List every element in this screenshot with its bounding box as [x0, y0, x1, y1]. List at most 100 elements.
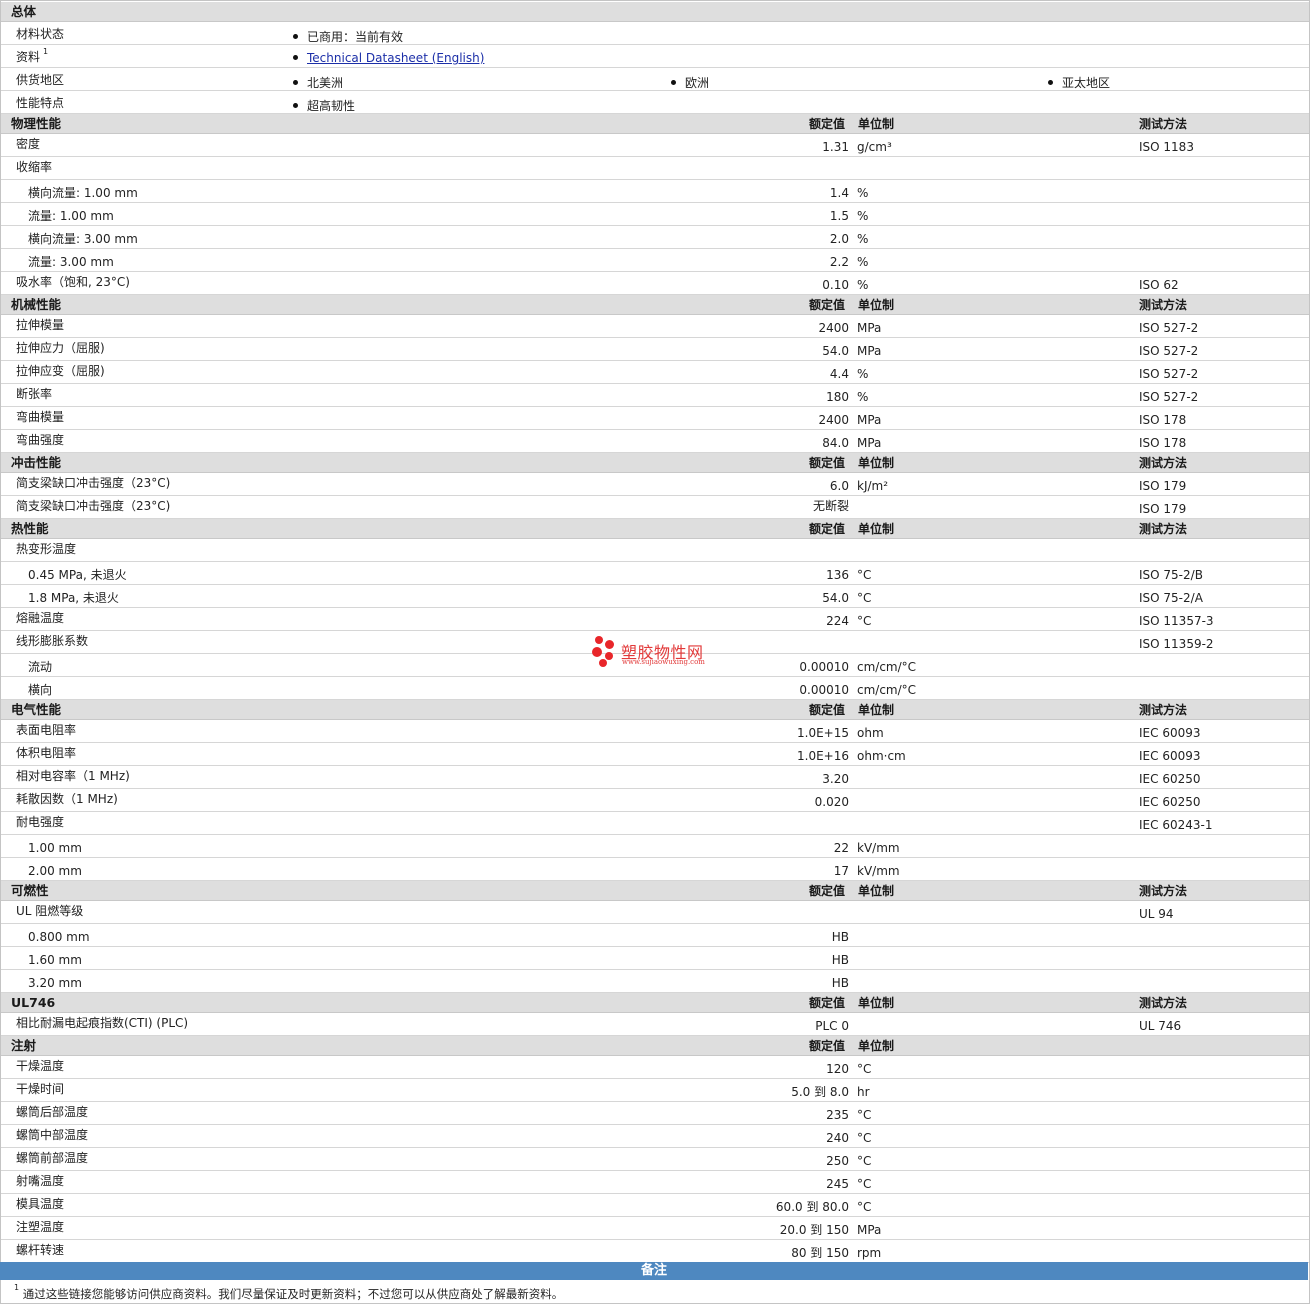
general-value-item: 超高韧性 [293, 97, 355, 114]
nominal-header: 额定值 [809, 884, 846, 898]
property-name: 3.20 mm [28, 976, 82, 990]
nominal-value: 120 [826, 1062, 849, 1076]
property-row: 干燥时间 5.0 到 8.0 hr [1, 1079, 1309, 1102]
unit-header: 单位制 [858, 884, 895, 898]
nominal-value: 0.00010 [799, 660, 849, 674]
unit-value: °C [857, 1200, 872, 1214]
general-value-item[interactable]: Technical Datasheet (English) [293, 51, 484, 65]
unit-value: °C [857, 568, 872, 582]
unit-header: 单位制 [858, 996, 895, 1010]
nominal-value: 54.0 [822, 591, 849, 605]
general-row: 性能特点 超高韧性 [1, 91, 1309, 114]
method-header: 测试方法 [1139, 703, 1188, 717]
property-name: 流动 [28, 660, 53, 674]
datasheet-link[interactable]: Technical Datasheet (English) [307, 51, 484, 65]
property-name: 相对电容率（1 MHz) [16, 769, 130, 783]
property-row: 拉伸应变（屈服) 4.4% ISO 527-2 [1, 361, 1309, 384]
unit-value: % [857, 367, 869, 381]
nominal-value: 2400 [818, 321, 849, 335]
test-method: UL 94 [1139, 907, 1174, 921]
method-header: 测试方法 [1139, 522, 1188, 536]
unit-header: 单位制 [858, 456, 895, 470]
property-name: 表面电阻率 [16, 723, 77, 737]
section-title: 总体 [11, 4, 37, 19]
property-row: 弯曲模量 2400 MPa ISO 178 [1, 407, 1309, 430]
test-method: ISO 178 [1139, 413, 1187, 427]
logo-dot [595, 636, 603, 644]
notes-text: 1 通过这些链接您能够访问供应商资料。我们尽量保证及时更新资料；不过您可以从供应… [14, 1283, 563, 1302]
general-label: 材料状态 [16, 27, 65, 41]
property-row: 弯曲强度 84.0 MPa ISO 178 [1, 430, 1309, 453]
nominal-value: 2400 [818, 413, 849, 427]
property-row: 2.00 mm 17 kV/mm [1, 858, 1309, 881]
property-row: 螺筒后部温度 235 °C [1, 1102, 1309, 1125]
bullet-icon [293, 80, 298, 85]
nominal-value: 4.4 [829, 367, 849, 381]
method-header: 测试方法 [1139, 298, 1188, 312]
property-row: 螺杆转速 80 到 150 rpm [1, 1240, 1309, 1263]
property-row: 耐电强度 IEC 60243-1 [1, 812, 1309, 835]
unit-value: °C [857, 614, 872, 628]
general-value-item: 北美洲 [293, 74, 343, 91]
nominal-value: 1.0E+16 [797, 749, 849, 763]
property-name: 横向流量: 3.00 mm [28, 232, 138, 246]
nominal-value: 180 [826, 390, 849, 404]
unit-value: ohm [857, 726, 884, 740]
unit-value: % [857, 186, 869, 200]
unit-value: kJ/m² [857, 479, 889, 493]
section-header: 物理性能 额定值 单位制 测试方法 [1, 114, 1309, 134]
nominal-value: HB [831, 953, 849, 967]
general-value-item: 欧洲 [671, 74, 709, 91]
test-method: ISO 75-2/B [1139, 568, 1203, 582]
property-name: 吸水率（饱和, 23°C) [16, 275, 130, 289]
test-method: ISO 11359-2 [1139, 637, 1214, 651]
test-method: ISO 179 [1139, 502, 1187, 516]
general-row: 材料状态 已商用：当前有效 [1, 22, 1309, 45]
property-name: 拉伸应力（屈服) [16, 341, 105, 355]
nominal-value: 60.0 到 80.0 [775, 1200, 849, 1214]
nominal-value: 3.20 [822, 772, 849, 786]
nominal-header: 额定值 [809, 703, 846, 717]
section-header: 热性能 额定值 单位制 测试方法 [1, 519, 1309, 539]
property-name: 弯曲强度 [16, 433, 65, 447]
section-title: 冲击性能 [11, 455, 62, 470]
property-name: 0.45 MPa, 未退火 [28, 568, 127, 582]
logo-dot [599, 659, 607, 667]
property-name: 密度 [16, 137, 41, 151]
property-name: UL 阻燃等级 [16, 904, 84, 918]
property-row: 拉伸模量 2400 MPa ISO 527-2 [1, 315, 1309, 338]
property-name: 射嘴温度 [16, 1174, 65, 1188]
test-method: IEC 60093 [1139, 749, 1201, 763]
property-name: 弯曲模量 [16, 410, 65, 424]
unit-value: MPa [857, 1223, 882, 1237]
property-name: 熔融温度 [16, 611, 65, 625]
test-method: UL 746 [1139, 1019, 1182, 1033]
general-value: 已商用：当前有效 [307, 30, 404, 44]
property-row: 断张率 180% ISO 527-2 [1, 384, 1309, 407]
section-header: 冲击性能 额定值 单位制 测试方法 [1, 453, 1309, 473]
property-row: 注塑温度 20.0 到 150 MPa [1, 1217, 1309, 1240]
test-method: ISO 527-2 [1139, 321, 1199, 335]
property-name: 流量: 1.00 mm [28, 209, 114, 223]
property-row: 密度 1.31 g/cm³ ISO 1183 [1, 134, 1309, 157]
section-header: 机械性能 额定值 单位制 测试方法 [1, 295, 1309, 315]
property-row: 螺筒前部温度 250 °C [1, 1148, 1309, 1171]
nominal-value: 54.0 [822, 344, 849, 358]
unit-value: % [857, 255, 869, 269]
section-header-general: 总体 [1, 2, 1309, 22]
property-row: 1.8 MPa, 未退火 54.0 °C ISO 75-2/A [1, 585, 1309, 608]
property-name: 收缩率 [16, 160, 53, 174]
nominal-value: 0.00010 [799, 683, 849, 697]
test-method: ISO 527-2 [1139, 367, 1199, 381]
bullet-icon [293, 34, 298, 39]
nominal-value: 224 [826, 614, 849, 628]
property-name: 螺筒中部温度 [16, 1128, 89, 1142]
nominal-value: 1.31 [822, 140, 849, 154]
unit-value: kV/mm [857, 864, 900, 878]
nominal-value: 250 [826, 1154, 849, 1168]
unit-value: rpm [857, 1246, 882, 1260]
property-row: 表面电阻率 1.0E+15 ohm IEC 60093 [1, 720, 1309, 743]
property-row: 拉伸应力（屈服) 54.0 MPa ISO 527-2 [1, 338, 1309, 361]
bullet-icon [293, 55, 298, 60]
logo-dot [592, 647, 602, 657]
